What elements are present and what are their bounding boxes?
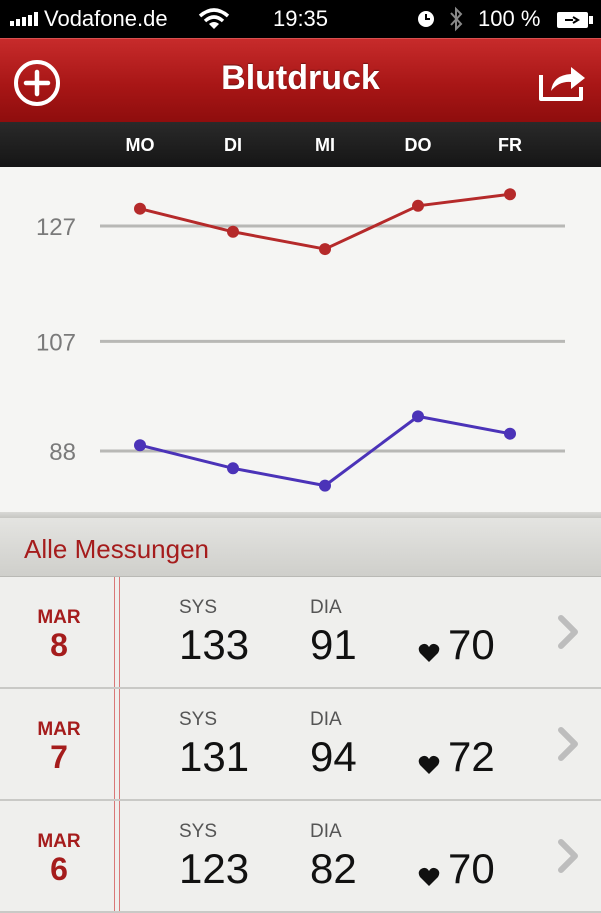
pulse-value: 70: [448, 621, 495, 668]
dia-value: 91: [310, 621, 357, 668]
date-column: MAR 6: [0, 801, 118, 911]
y-tick-label: 88: [49, 439, 76, 466]
sys-label: SYS: [179, 821, 218, 842]
sys-value: 131: [179, 733, 250, 780]
heart-icon: [418, 867, 440, 886]
bluetooth-icon: [450, 6, 463, 32]
heart-icon: [418, 755, 440, 774]
date-column: MAR 8: [0, 577, 118, 687]
series-1-point: [504, 427, 516, 440]
heart-icon: [418, 643, 440, 662]
nav-bar: Blutdruck: [0, 38, 601, 123]
y-tick-label: 107: [36, 329, 76, 356]
weekday-label: MO: [125, 135, 155, 155]
series-1-point: [412, 410, 424, 423]
date-month: MAR: [37, 719, 81, 740]
weekday-label: FR: [498, 135, 522, 155]
alarm-icon: [418, 11, 434, 27]
weekday-label: DI: [224, 135, 242, 155]
measurement-list: MAR 8 SYS 133 DIA 91 70 MAR 7 SYS 131 DI…: [0, 577, 601, 913]
weekday-label: MI: [315, 135, 335, 155]
section-header: Alle Messungen: [0, 518, 601, 577]
series-0-point: [134, 202, 146, 215]
dia-value: 94: [310, 733, 357, 780]
battery-charging-icon: [557, 12, 593, 28]
sys-value: 133: [179, 621, 250, 668]
measurement-row[interactable]: MAR 7 SYS 131 DIA 94 72: [0, 689, 601, 801]
series-line-0: [139, 192, 511, 251]
series-0-point: [412, 199, 424, 212]
section-title: Alle Messungen: [24, 534, 209, 564]
date-column: MAR 7: [0, 689, 118, 799]
chevron-right-icon[interactable]: [555, 838, 583, 874]
row-divider: [114, 577, 122, 687]
battery-percent: 100 %: [478, 6, 541, 31]
dia-value: 82: [310, 845, 357, 892]
chevron-right-icon[interactable]: [555, 614, 583, 650]
series-0-point: [319, 243, 331, 256]
share-button[interactable]: [537, 59, 589, 103]
dia-label: DIA: [310, 597, 342, 618]
row-divider: [114, 689, 122, 799]
series-1-point: [134, 439, 146, 452]
measurement-row[interactable]: MAR 6 SYS 123 DIA 82 70: [0, 801, 601, 913]
date-month: MAR: [37, 831, 81, 852]
sys-label: SYS: [179, 597, 218, 618]
row-divider: [114, 801, 122, 911]
sys-label: SYS: [179, 709, 218, 730]
chevron-right-icon[interactable]: [555, 726, 583, 762]
sys-value: 123: [179, 845, 250, 892]
date-day: 7: [50, 739, 68, 775]
blood-pressure-chart: 127 107 88: [0, 167, 601, 515]
dia-label: DIA: [310, 821, 342, 842]
series-0-point: [504, 188, 516, 201]
date-day: 6: [50, 851, 68, 887]
y-tick-label: 127: [36, 214, 76, 241]
date-month: MAR: [37, 607, 81, 628]
series-1-point: [227, 462, 239, 475]
page-title: Blutdruck: [221, 59, 380, 97]
pulse-value: 70: [448, 845, 495, 892]
weekday-label: DO: [404, 135, 432, 155]
date-day: 8: [50, 627, 68, 663]
pulse-value: 72: [448, 733, 495, 780]
dia-label: DIA: [310, 709, 342, 730]
chart-canvas: 127 107 88: [36, 188, 565, 492]
series-0-point: [227, 225, 239, 238]
weekday-bar: MO DI MI DO FR: [0, 122, 601, 167]
series-1-point: [319, 479, 331, 492]
status-bar: Vodafone.de 19:35 100 %: [0, 0, 601, 38]
measurement-row[interactable]: MAR 8 SYS 133 DIA 91 70: [0, 577, 601, 689]
